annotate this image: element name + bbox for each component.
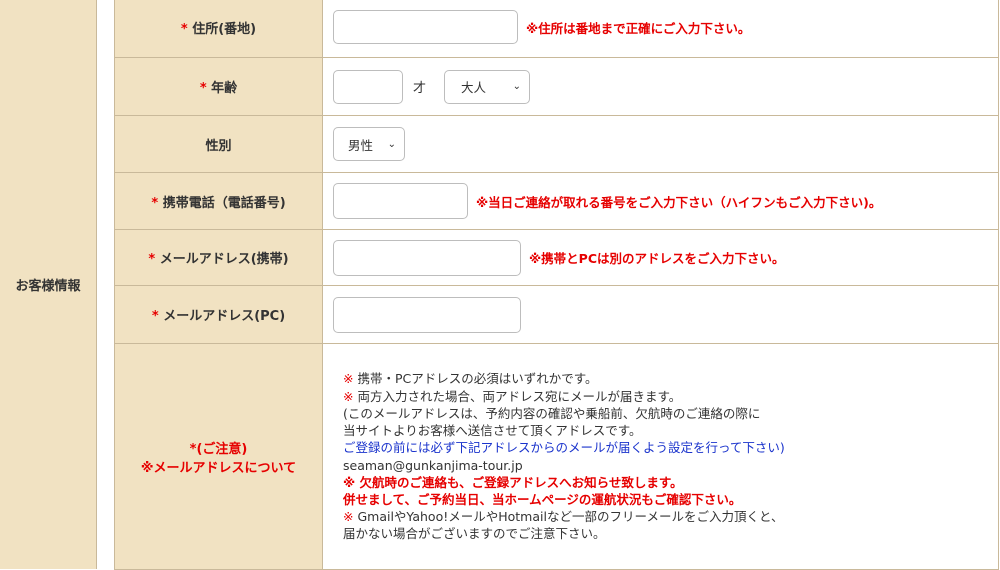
notice-line: (このメールアドレスは、予約内容の確認や乗船前、欠航時のご連絡の際に: [343, 405, 761, 421]
notice-label-line1: *(ご注意): [189, 441, 248, 457]
notice-mark: ※: [343, 509, 354, 525]
field-phone: ※当日ご連絡が取れる番号をご入力下さい（ハイフンもご入力下さい)。: [322, 172, 999, 230]
chevron-down-icon: ⌄: [387, 138, 396, 150]
mobile-email-input[interactable]: [333, 239, 521, 276]
notice-line: ※ 両方入力された場合、両アドレス宛にメールが届きます。: [343, 388, 998, 405]
notice-line-text: 両方入力された場合、両アドレス宛にメールが届きます。: [353, 388, 682, 404]
label-text: メールアドレス(PC): [163, 309, 286, 324]
label-age: * 年齢: [114, 57, 323, 116]
chevron-down-icon: ⌄: [512, 81, 522, 92]
form-table: * 住所(番地) ※住所は番地まで正確にご入力下さい。 * 年齢 才 大人 ⌄ …: [114, 0, 999, 570]
gender-select[interactable]: 男性 ⌄: [333, 127, 405, 161]
field-address: ※住所は番地まで正確にご入力下さい。: [322, 0, 999, 58]
phone-input[interactable]: [333, 183, 468, 219]
notice-mark: ※: [343, 371, 354, 387]
notice-line: 当サイトよりお客様へ送信させて頂くアドレスです。: [343, 423, 642, 439]
label-text: メールアドレス(携帯): [159, 252, 289, 267]
notice-mark: ※: [343, 388, 354, 404]
label-email-notice: *(ご注意) ※メールアドレスについて: [114, 343, 323, 570]
age-type-value: 大人: [461, 80, 487, 95]
required-mark: *: [151, 309, 159, 324]
label-text: 性別: [205, 138, 232, 154]
row-mobile-email: * メールアドレス(携帯) ※携帯とPCは別のアドレスをご入力下さい。: [114, 229, 999, 286]
field-gender: 男性 ⌄: [322, 115, 999, 173]
section-label-text: お客様情報: [15, 279, 81, 294]
label-text: 携帯電話（電話番号): [162, 195, 286, 211]
address-input[interactable]: [333, 10, 518, 44]
label-gender: 性別: [114, 115, 323, 173]
pc-email-input[interactable]: [333, 296, 521, 333]
required-mark: *: [199, 81, 207, 96]
mobile-email-hint: ※携帯とPCは別のアドレスをご入力下さい。: [529, 251, 785, 266]
field-age: 才 大人 ⌄: [322, 57, 999, 116]
notice-line: 届かない場合がございますのでご注意下さい。: [343, 526, 606, 542]
label-text: 年齢: [211, 81, 238, 96]
row-gender: 性別 男性 ⌄: [114, 115, 999, 173]
notice-line: ※ 携帯・PCアドレスの必須はいずれかです。: [343, 370, 998, 387]
notice-line-text: GmailやYahoo!メールやHotmailなど一部のフリーメールをご入力頂く…: [353, 509, 784, 525]
notice-line-red: 併せまして、ご予約当日、当ホームページの運航状況もご確認下さい。: [343, 491, 742, 507]
row-pc-email: * メールアドレス(PC): [114, 285, 999, 344]
row-email-notice: *(ご注意) ※メールアドレスについて ※ 携帯・PCアドレスの必須はいずれかで…: [114, 343, 999, 570]
age-unit: 才: [413, 81, 427, 96]
field-mobile-email: ※携帯とPCは別のアドレスをご入力下さい。: [322, 229, 999, 286]
notice-text: ※ 携帯・PCアドレスの必須はいずれかです。 ※ 両方入力された場合、両アドレス…: [333, 366, 998, 546]
notice-line-text: 携帯・PCアドレスの必須はいずれかです。: [353, 371, 598, 387]
required-mark: *: [180, 21, 188, 37]
notice-line-blue: ご登録の前には必ず下記アドレスからのメールが届くよう設定を行って下さい): [343, 440, 785, 456]
age-type-select[interactable]: 大人 ⌄: [444, 69, 531, 104]
customer-info-form: お客様情報 * 住所(番地) ※住所は番地まで正確にご入力下さい。 * 年齢 才…: [0, 0, 1000, 570]
section-label: お客様情報: [0, 0, 96, 569]
notice-email-address: seaman@gunkanjima-tour.jp: [343, 457, 523, 473]
address-hint: ※住所は番地まで正確にご入力下さい。: [526, 20, 751, 36]
notice-label-line2: ※メールアドレスについて: [140, 460, 297, 476]
label-address: * 住所(番地): [114, 0, 323, 58]
label-mobile-email: * メールアドレス(携帯): [114, 229, 323, 286]
label-pc-email: * メールアドレス(PC): [114, 285, 323, 344]
column-divider: [96, 0, 115, 569]
label-text: 住所(番地): [192, 21, 257, 37]
row-address: * 住所(番地) ※住所は番地まで正確にご入力下さい。: [114, 0, 999, 58]
row-phone: * 携帯電話（電話番号) ※当日ご連絡が取れる番号をご入力下さい（ハイフンもご入…: [114, 172, 999, 230]
notice-line-red: ※ 欠航時のご連絡も、ご登録アドレスへお知らせ致します。: [343, 474, 683, 490]
label-phone: * 携帯電話（電話番号): [114, 172, 323, 230]
required-mark: *: [151, 195, 159, 211]
notice-line: ※ GmailやYahoo!メールやHotmailなど一部のフリーメールをご入力…: [343, 508, 998, 525]
field-pc-email: [322, 285, 999, 344]
row-age: * 年齢 才 大人 ⌄: [114, 57, 999, 116]
field-email-notice: ※ 携帯・PCアドレスの必須はいずれかです。 ※ 両方入力された場合、両アドレス…: [322, 343, 999, 570]
age-input[interactable]: [333, 69, 403, 104]
required-mark: *: [148, 252, 156, 267]
gender-value: 男性: [348, 137, 374, 153]
phone-hint: ※当日ご連絡が取れる番号をご入力下さい（ハイフンもご入力下さい)。: [476, 194, 882, 210]
